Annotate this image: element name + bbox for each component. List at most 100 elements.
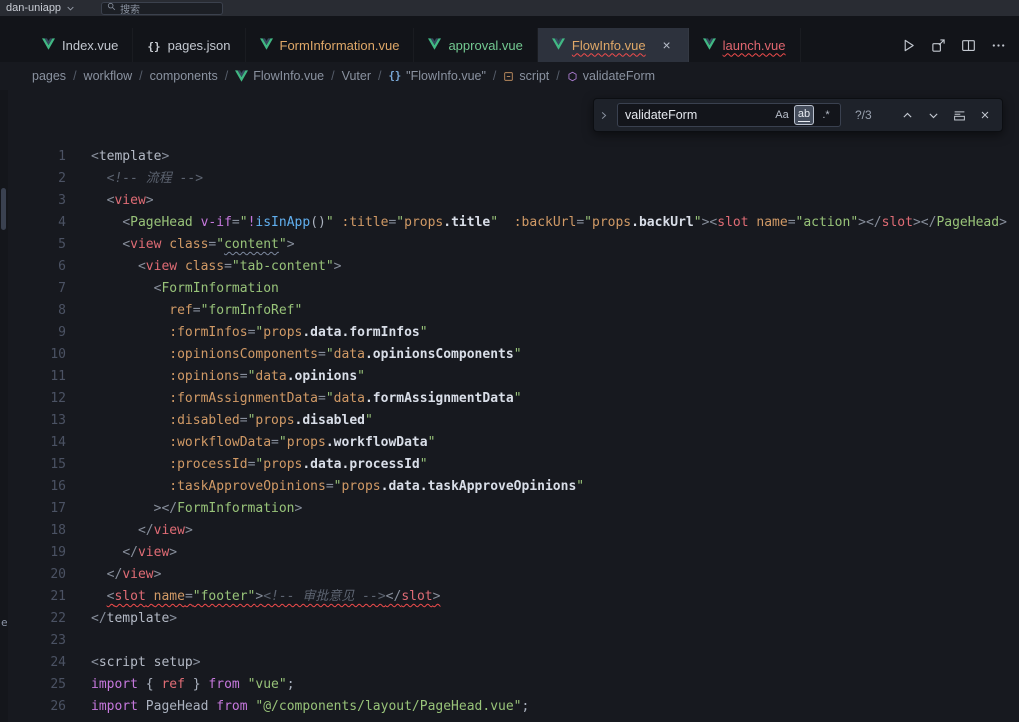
breadcrumb-item--flowinfo.vue-[interactable]: {}"FlowInfo.vue" <box>389 69 486 83</box>
close-icon[interactable]: × <box>660 38 674 52</box>
code-line-5[interactable]: 5 <view class="content"> <box>0 234 1019 256</box>
method-icon <box>567 71 578 82</box>
breadcrumb-item-components[interactable]: components <box>150 69 218 83</box>
line-number[interactable]: 20 <box>0 564 66 586</box>
tab-flowinfo.vue[interactable]: FlowInfo.vue × <box>538 28 689 62</box>
tab-index.vue[interactable]: Index.vue <box>28 28 133 62</box>
editor[interactable]: 1<template>2 <!-- 流程 -->3 <view>4 <PageH… <box>0 90 1019 722</box>
code-line-21[interactable]: 21 <slot name="footer"><!-- 审批意见 --></sl… <box>0 586 1019 608</box>
line-number[interactable]: 21 <box>0 586 66 608</box>
tab-label: FormInformation.vue <box>280 38 400 53</box>
line-number[interactable]: 10 <box>0 344 66 366</box>
find-in-selection-button[interactable] <box>949 105 969 125</box>
breadcrumb: pages/workflow/components/FlowInfo.vue/V… <box>0 62 1019 90</box>
breadcrumb-label: pages <box>32 69 66 83</box>
code-line-11[interactable]: 11 :opinions="data.opinions" <box>0 366 1019 388</box>
line-number[interactable]: 11 <box>0 366 66 388</box>
code-line-22[interactable]: 22</template> <box>0 608 1019 630</box>
code-line-10[interactable]: 10 :opinionsComponents="data.opinionsCom… <box>0 344 1019 366</box>
code-line-1[interactable]: 1<template> <box>0 146 1019 168</box>
line-number[interactable]: 2 <box>0 168 66 190</box>
code-line-6[interactable]: 6 <view class="tab-content"> <box>0 256 1019 278</box>
code-line-24[interactable]: 24<script setup> <box>0 652 1019 674</box>
line-number[interactable]: 17 <box>0 498 66 520</box>
breadcrumb-item-pages[interactable]: pages <box>32 69 66 83</box>
match-case-toggle[interactable]: Aa <box>772 105 792 125</box>
editor-actions <box>887 28 1019 62</box>
tab-label: approval.vue <box>448 38 522 53</box>
code-text: :formAssignmentData="data.formAssignment… <box>91 388 522 410</box>
code-line-13[interactable]: 13 :disabled="props.disabled" <box>0 410 1019 432</box>
breadcrumb-item-script[interactable]: script <box>503 69 549 83</box>
find-widget: Aaab.* ?/3 <box>593 98 1003 132</box>
code-line-18[interactable]: 18 </view> <box>0 520 1019 542</box>
code-line-9[interactable]: 9 :formInfos="props.data.formInfos" <box>0 322 1019 344</box>
code-text: </view> <box>91 520 193 542</box>
split-editor-icon[interactable] <box>959 36 977 54</box>
command-center-search[interactable]: 搜索 <box>101 2 223 15</box>
breadcrumb-item-flowinfo.vue[interactable]: FlowInfo.vue <box>235 69 324 83</box>
line-number[interactable]: 6 <box>0 256 66 278</box>
close-icon[interactable] <box>975 105 995 125</box>
code-line-23[interactable]: 23 <box>0 630 1019 652</box>
code-line-3[interactable]: 3 <view> <box>0 190 1019 212</box>
tab-pages.json[interactable]: {}pages.json <box>133 28 245 62</box>
line-number[interactable]: 26 <box>0 696 66 718</box>
previous-match-button[interactable] <box>897 105 917 125</box>
regex-toggle[interactable]: .* <box>816 105 836 125</box>
line-number[interactable]: 19 <box>0 542 66 564</box>
code-line-2[interactable]: 2 <!-- 流程 --> <box>0 168 1019 190</box>
find-input-wrap: Aaab.* <box>617 103 841 127</box>
code-line-15[interactable]: 15 :processId="props.data.processId" <box>0 454 1019 476</box>
code-line-12[interactable]: 12 :formAssignmentData="data.formAssignm… <box>0 388 1019 410</box>
line-number[interactable]: 13 <box>0 410 66 432</box>
line-number[interactable]: 14 <box>0 432 66 454</box>
search-icon <box>107 2 116 14</box>
line-number[interactable]: 9 <box>0 322 66 344</box>
tab-forminformation.vue[interactable]: FormInformation.vue <box>246 28 415 62</box>
toggle-replace-button[interactable] <box>596 99 611 131</box>
breadcrumb-item-validateform[interactable]: validateForm <box>567 69 655 83</box>
workspace-menu[interactable]: dan-uniapp <box>6 2 75 14</box>
code-line-20[interactable]: 20 </view> <box>0 564 1019 586</box>
line-number[interactable]: 16 <box>0 476 66 498</box>
line-number[interactable]: 15 <box>0 454 66 476</box>
breadcrumb-label: components <box>150 69 218 83</box>
code-line-25[interactable]: 25import { ref } from "vue"; <box>0 674 1019 696</box>
line-number[interactable]: 1 <box>0 146 66 168</box>
tab-label: FlowInfo.vue <box>572 38 646 53</box>
vue-icon <box>235 70 248 82</box>
breadcrumb-item-workflow[interactable]: workflow <box>84 69 133 83</box>
left-strip-indicator <box>1 188 6 230</box>
tab-approval.vue[interactable]: approval.vue <box>414 28 537 62</box>
code-line-4[interactable]: 4 <PageHead v-if="!isInApp()" :title="pr… <box>0 212 1019 234</box>
line-number[interactable]: 22 <box>0 608 66 630</box>
line-number[interactable]: 3 <box>0 190 66 212</box>
breadcrumb-item-vuter[interactable]: Vuter <box>342 69 371 83</box>
line-number[interactable]: 12 <box>0 388 66 410</box>
code-line-19[interactable]: 19 </view> <box>0 542 1019 564</box>
code-line-26[interactable]: 26import PageHead from "@/components/lay… <box>0 696 1019 718</box>
tab-launch.vue[interactable]: launch.vue <box>689 28 801 62</box>
breadcrumb-separator: / <box>225 69 228 83</box>
run-icon[interactable] <box>899 36 917 54</box>
next-match-button[interactable] <box>923 105 943 125</box>
code-line-7[interactable]: 7 <FormInformation <box>0 278 1019 300</box>
line-number[interactable]: 24 <box>0 652 66 674</box>
find-input[interactable] <box>625 108 770 122</box>
line-number[interactable]: 25 <box>0 674 66 696</box>
code-line-8[interactable]: 8 ref="formInfoRef" <box>0 300 1019 322</box>
more-actions-icon[interactable] <box>989 36 1007 54</box>
whole-word-toggle[interactable]: ab <box>794 105 814 125</box>
code-line-16[interactable]: 16 :taskApproveOpinions="props.data.task… <box>0 476 1019 498</box>
code-line-17[interactable]: 17 ></FormInformation> <box>0 498 1019 520</box>
line-number[interactable]: 18 <box>0 520 66 542</box>
line-number[interactable]: 23 <box>0 630 66 652</box>
breadcrumb-separator: / <box>378 69 381 83</box>
line-number[interactable]: 5 <box>0 234 66 256</box>
line-number[interactable]: 7 <box>0 278 66 300</box>
line-number[interactable]: 8 <box>0 300 66 322</box>
line-number[interactable]: 4 <box>0 212 66 234</box>
run-or-debug-icon[interactable] <box>929 36 947 54</box>
code-line-14[interactable]: 14 :workflowData="props.workflowData" <box>0 432 1019 454</box>
